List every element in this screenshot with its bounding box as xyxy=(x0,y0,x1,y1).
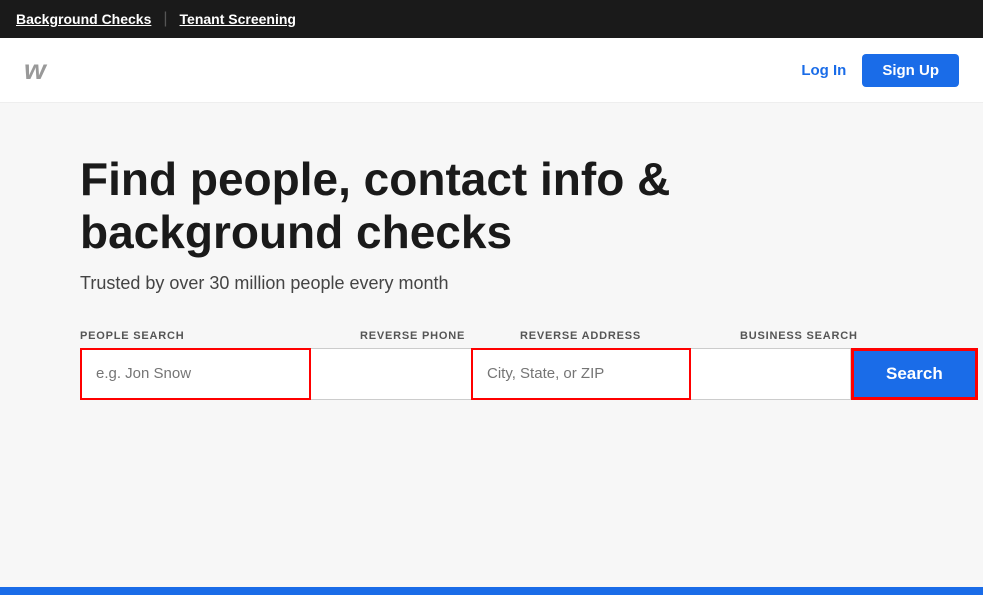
signup-button[interactable]: Sign Up xyxy=(862,54,959,87)
nav-divider: | xyxy=(163,10,167,28)
search-tab-labels: PEOPLE SEARCH REVERSE PHONE REVERSE ADDR… xyxy=(80,330,903,346)
tenant-screening-link[interactable]: Tenant Screening xyxy=(180,11,296,27)
business-search-input[interactable] xyxy=(691,348,851,400)
site-header: w Log In Sign Up xyxy=(0,38,983,103)
tab-label-address[interactable]: REVERSE ADDRESS xyxy=(520,330,740,346)
site-logo: w xyxy=(24,54,46,86)
tab-label-phone[interactable]: REVERSE PHONE xyxy=(360,330,520,346)
city-search-input[interactable] xyxy=(471,348,691,400)
tab-label-business[interactable]: BUSINESS SEARCH xyxy=(740,330,900,346)
search-button[interactable]: Search xyxy=(851,348,978,400)
main-content: Find people, contact info & background c… xyxy=(0,103,983,595)
login-link[interactable]: Log In xyxy=(801,62,846,79)
page-subheadline: Trusted by over 30 million people every … xyxy=(80,273,903,294)
page-headline: Find people, contact info & background c… xyxy=(80,153,680,259)
phone-search-input[interactable] xyxy=(311,348,471,400)
background-checks-link[interactable]: Background Checks xyxy=(16,11,151,27)
top-navigation-bar: Background Checks | Tenant Screening xyxy=(0,0,983,38)
people-search-input[interactable] xyxy=(80,348,311,400)
header-actions: Log In Sign Up xyxy=(801,54,959,87)
tab-label-people[interactable]: PEOPLE SEARCH xyxy=(80,330,360,346)
bottom-accent-bar xyxy=(0,587,983,595)
search-row: Search xyxy=(80,348,903,400)
